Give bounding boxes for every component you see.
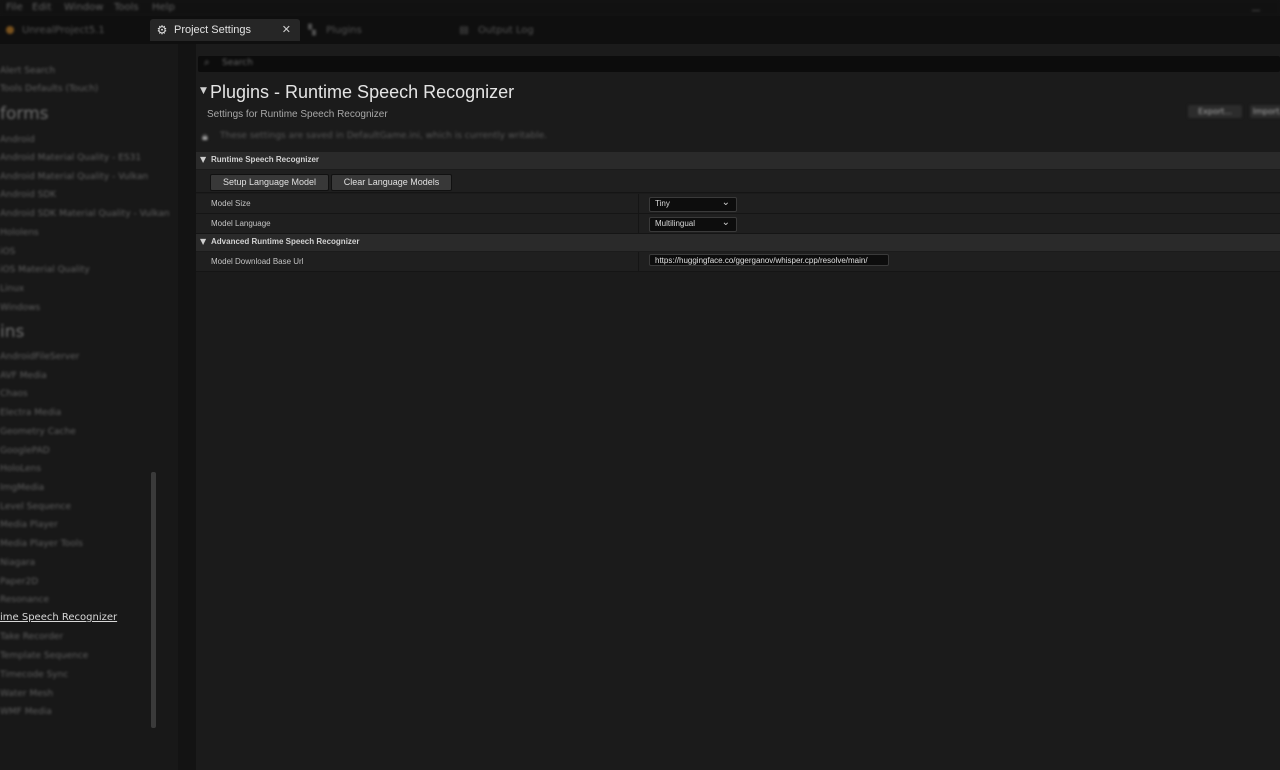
page-title: Plugins - Runtime Speech Recognizer <box>210 82 515 102</box>
sidebar-item[interactable]: Windows <box>0 303 40 313</box>
sidebar-item[interactable]: Geometry Cache <box>0 427 76 437</box>
menu-tools[interactable]: Tools <box>114 2 139 13</box>
settings-sidebar: Alert Search Tools Defaults (Touch) form… <box>0 44 178 770</box>
chevron-down-icon: ⌄ <box>721 217 730 228</box>
category-header-runtime-speech-recognizer[interactable]: ▼ Runtime Speech Recognizer <box>196 152 1280 169</box>
log-icon: ▤ <box>459 24 469 36</box>
sidebar-item[interactable]: Niagara <box>0 558 35 568</box>
category-label: Runtime Speech Recognizer <box>211 155 320 164</box>
tab-project-settings-label: Project Settings <box>174 24 252 36</box>
menu-file[interactable]: File <box>6 2 23 13</box>
close-icon[interactable]: ✕ <box>282 23 291 36</box>
sidebar-item[interactable]: Level Sequence <box>0 502 71 512</box>
sidebar-item[interactable]: WMF Media <box>0 707 52 717</box>
menu-window[interactable]: Window <box>64 2 103 13</box>
property-label: Model Size <box>211 199 251 208</box>
sidebar-item[interactable]: Media Player <box>0 520 58 530</box>
settings-panel: ⌕ Search ▼ Plugins - Runtime Speech Reco… <box>196 44 1280 770</box>
model-language-dropdown[interactable]: Multilingual ⌄ <box>649 217 737 232</box>
sidebar-item[interactable]: Water Mesh <box>0 689 53 699</box>
tab-output-label: Output Log <box>478 24 534 36</box>
import-button[interactable]: Import... <box>1250 105 1280 118</box>
tab-output-log[interactable]: ▤ Output Log <box>458 19 598 41</box>
tab-project-settings[interactable]: ⚙ Project Settings ✕ <box>150 19 300 41</box>
plugin-icon: ▚ <box>308 24 316 36</box>
sidebar-scrollbar[interactable] <box>151 472 156 728</box>
category-header-advanced[interactable]: ▼ Advanced Runtime Speech Recognizer <box>196 234 1280 251</box>
sidebar-item[interactable]: Android Material Quality - Vulkan <box>0 172 148 182</box>
sidebar-item[interactable]: Resonance <box>0 595 49 605</box>
menu-help[interactable]: Help <box>152 2 175 13</box>
sidebar-item[interactable]: Linux <box>0 284 24 294</box>
setup-language-model-button[interactable]: Setup Language Model <box>210 174 329 191</box>
column-splitter[interactable] <box>638 214 639 233</box>
tab-project-label: UnrealProject5.1 <box>22 24 105 36</box>
category-label: Advanced Runtime Speech Recognizer <box>211 237 360 246</box>
sidebar-item[interactable]: Hololens <box>0 228 39 238</box>
sidebar-item[interactable]: iOS Material Quality <box>0 265 90 275</box>
property-label: Model Language <box>211 219 271 228</box>
tab-plugins-label: Plugins <box>326 24 362 36</box>
settings-icon: ⚙ <box>156 23 168 37</box>
sidebar-item[interactable]: GooglePAD <box>0 446 50 456</box>
page-subtitle: Settings for Runtime Speech Recognizer <box>207 109 388 120</box>
property-row-download-url: Model Download Base Url https://huggingf… <box>196 252 1280 272</box>
lock-icon: 🔒︎ <box>202 130 208 143</box>
sidebar-item[interactable]: Take Recorder <box>0 632 63 642</box>
config-info-note: These settings are saved in DefaultGame.… <box>220 131 548 141</box>
dropdown-value: Tiny <box>655 199 670 208</box>
sidebar-section-platforms[interactable]: forms <box>0 104 49 124</box>
sidebar-item[interactable]: Chaos <box>0 389 28 399</box>
tab-plugins[interactable]: ▚ Plugins <box>306 19 446 41</box>
sidebar-item[interactable]: Timecode Sync <box>0 670 68 680</box>
sidebar-item-runtime-speech-recognizer[interactable]: ime Speech Recognizer <box>0 612 117 623</box>
search-input[interactable]: ⌕ Search <box>198 56 1280 72</box>
sidebar-item[interactable]: AVF Media <box>0 371 47 381</box>
sidebar-item[interactable]: Android SDK Material Quality - Vulkan <box>0 209 170 219</box>
sidebar-item[interactable]: Android <box>0 135 35 145</box>
sidebar-item[interactable]: Template Sequence <box>0 651 88 661</box>
triangle-down-icon: ▼ <box>200 155 207 164</box>
sidebar-item[interactable]: Media Player Tools <box>0 539 83 549</box>
column-splitter[interactable] <box>638 194 639 213</box>
property-row-model-language: Model Language Multilingual ⌄ <box>196 214 1280 234</box>
tab-bar: UnrealProject5.1 ⚙ Project Settings ✕ ▚ … <box>0 16 1280 44</box>
triangle-down-icon: ▼ <box>200 237 207 246</box>
sidebar-item[interactable]: ImgMedia <box>0 483 44 493</box>
property-label: Model Download Base Url <box>211 257 304 266</box>
sidebar-item[interactable]: Android Material Quality - ES31 <box>0 153 141 163</box>
sidebar-item[interactable]: Alert Search <box>0 66 55 76</box>
triangle-down-icon[interactable]: ▼ <box>200 86 207 96</box>
tab-project[interactable]: UnrealProject5.1 <box>0 19 140 41</box>
chevron-down-icon: ⌄ <box>721 197 730 208</box>
search-icon: ⌕ <box>204 57 210 68</box>
sidebar-item[interactable]: HoloLens <box>0 464 41 474</box>
sidebar-item[interactable]: Electra Media <box>0 408 61 418</box>
minimize-icon[interactable] <box>1252 2 1260 11</box>
sidebar-item[interactable]: Paper2D <box>0 577 38 587</box>
project-icon <box>6 26 14 34</box>
menu-edit[interactable]: Edit <box>32 2 51 13</box>
sidebar-item[interactable]: iOS <box>0 247 15 257</box>
property-row-model-size: Model Size Tiny ⌄ <box>196 194 1280 214</box>
model-size-dropdown[interactable]: Tiny ⌄ <box>649 197 737 212</box>
sidebar-item[interactable]: Tools Defaults (Touch) <box>0 84 98 94</box>
menu-bar: File Edit Window Tools Help <box>0 0 1280 16</box>
sidebar-item[interactable]: Android SDK <box>0 190 56 200</box>
button-row: Setup Language Model Clear Language Mode… <box>196 170 1280 193</box>
export-button[interactable]: Export... <box>1188 105 1242 118</box>
splitter[interactable] <box>178 44 196 770</box>
sidebar-item[interactable]: AndroidFileServer <box>0 352 79 362</box>
clear-language-models-button[interactable]: Clear Language Models <box>331 174 452 191</box>
search-placeholder: Search <box>222 58 253 68</box>
dropdown-value: Multilingual <box>655 219 696 228</box>
model-download-url-input[interactable]: https://huggingface.co/ggerganov/whisper… <box>649 254 889 266</box>
sidebar-section-plugins[interactable]: ins <box>0 322 24 342</box>
column-splitter[interactable] <box>638 252 639 271</box>
